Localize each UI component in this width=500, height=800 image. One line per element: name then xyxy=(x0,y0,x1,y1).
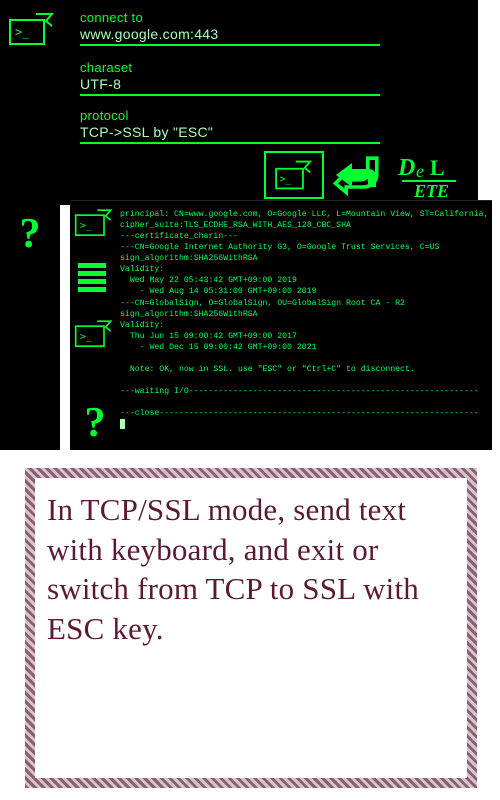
svg-text:>_: >_ xyxy=(280,174,292,185)
terminal-output-panel: >_ >_ ? principal: CN=www.google.com, O=… xyxy=(70,200,492,450)
svg-text:>_: >_ xyxy=(80,332,93,343)
cursor xyxy=(120,419,125,429)
charset-value[interactable]: UTF-8 xyxy=(80,75,380,96)
terminal-icon: >_ xyxy=(74,316,114,348)
dialog-toolbar: >_ D e L ETE xyxy=(264,151,468,199)
run-terminal-button[interactable]: >_ xyxy=(264,151,324,199)
terminal-icon: >_ xyxy=(74,205,114,237)
svg-text:L: L xyxy=(430,155,445,180)
connection-dialog: >_ connect to www.google.com:443 charase… xyxy=(0,0,478,205)
status-bars-icon xyxy=(78,263,106,295)
help-icon[interactable]: ? xyxy=(7,211,53,257)
delete-button[interactable]: D e L ETE xyxy=(396,151,468,199)
back-button[interactable] xyxy=(330,151,390,199)
terminal-icon: >_ xyxy=(8,8,56,46)
protocol-value[interactable]: TCP->SSL by "ESC" xyxy=(80,123,380,144)
connect-value[interactable]: www.google.com:443 xyxy=(80,25,380,46)
protocol-field[interactable]: protocol TCP->SSL by "ESC" xyxy=(80,108,380,144)
svg-text:e: e xyxy=(416,161,424,181)
svg-text:ETE: ETE xyxy=(413,181,449,199)
help-icon[interactable]: ? xyxy=(72,400,118,446)
connect-label: connect to xyxy=(80,10,380,25)
instruction-note: In TCP/SSL mode, send text with keyboard… xyxy=(25,468,477,788)
terminal-output[interactable]: principal: CN=www.google.com, O=Google L… xyxy=(120,209,486,432)
svg-text:>_: >_ xyxy=(80,221,93,232)
charset-label: charaset xyxy=(80,60,380,75)
instruction-text: In TCP/SSL mode, send text with keyboard… xyxy=(47,490,455,649)
connect-field[interactable]: connect to www.google.com:443 xyxy=(80,10,380,46)
protocol-label: protocol xyxy=(80,108,380,123)
svg-text:D: D xyxy=(397,155,415,181)
svg-text:>_: >_ xyxy=(15,25,30,39)
side-strip: ? xyxy=(0,205,60,450)
charset-field[interactable]: charaset UTF-8 xyxy=(80,60,380,96)
